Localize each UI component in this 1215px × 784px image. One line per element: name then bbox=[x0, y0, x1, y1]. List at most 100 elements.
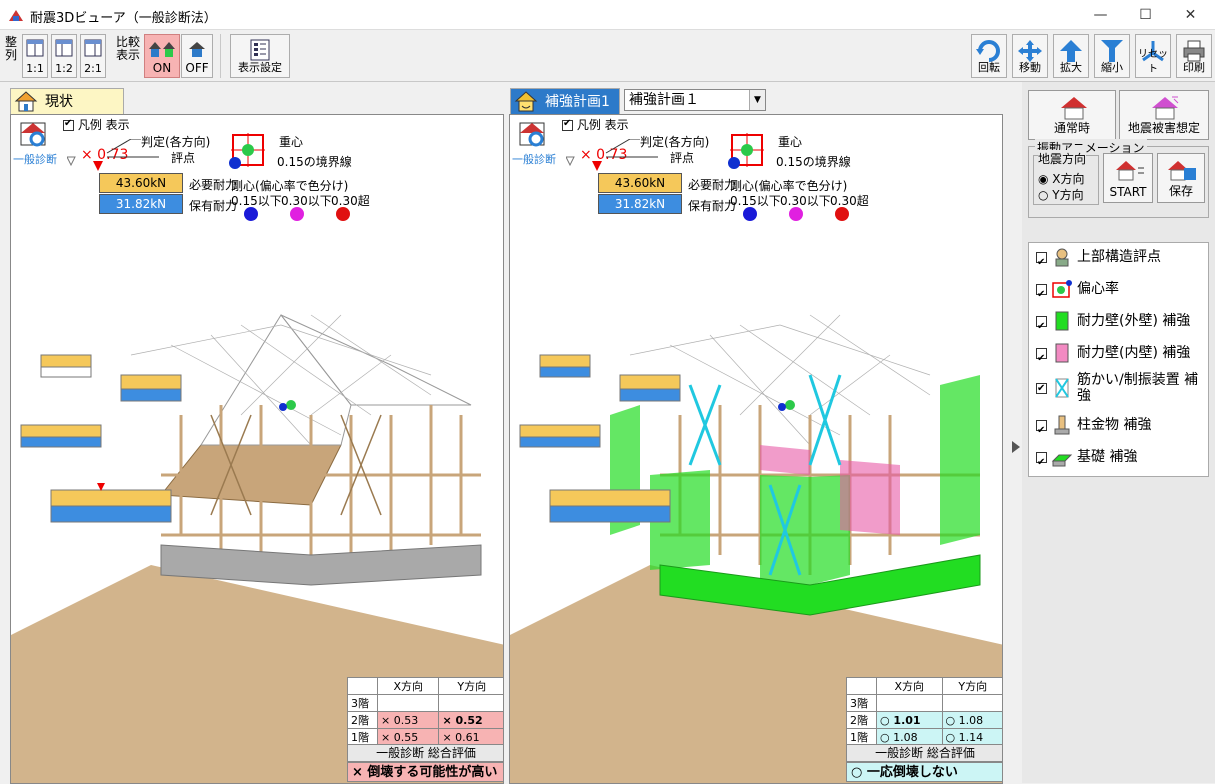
required-strength-box: 43.60kN bbox=[99, 173, 183, 193]
x-cell bbox=[876, 694, 943, 712]
settings-list-icon bbox=[250, 39, 270, 61]
ratio-1-2-label: 1:2 bbox=[55, 62, 73, 75]
option-label: 耐力壁(内壁) 補強 bbox=[1077, 345, 1191, 361]
tab-current-label: 現状 bbox=[45, 94, 73, 110]
option-inner-wall[interactable]: 耐力壁(内壁) 補強 bbox=[1036, 340, 1191, 372]
table-row: 3階 bbox=[347, 694, 503, 712]
rigidity-color-dots bbox=[244, 207, 350, 221]
minimize-button[interactable]: — bbox=[1078, 0, 1123, 30]
person-score-icon bbox=[1055, 248, 1069, 267]
rigidity-color-dots bbox=[743, 207, 849, 221]
x-cell: × 0.53 bbox=[376, 711, 440, 729]
option-eccentricity[interactable]: 偏心率 bbox=[1036, 276, 1119, 308]
option-checkbox[interactable] bbox=[1036, 418, 1047, 444]
overall-label: 一般診断 総合評価 bbox=[347, 744, 503, 762]
y-direction-radio[interactable]: ○ Y方向 bbox=[1038, 186, 1084, 203]
house-icon bbox=[1061, 97, 1087, 120]
normal-mode-button[interactable]: 通常時 bbox=[1028, 90, 1116, 140]
floor-cell: 2階 bbox=[846, 711, 877, 729]
option-foundation[interactable]: 基礎 補強 bbox=[1036, 444, 1137, 476]
ratio-2-1-button[interactable]: 2:1 bbox=[80, 34, 106, 78]
zoom-out-button[interactable]: 縮小 bbox=[1094, 34, 1130, 78]
y-cell: ○ 1.14 bbox=[941, 728, 1002, 746]
house-icon bbox=[189, 42, 205, 57]
normal-mode-label: 通常時 bbox=[1053, 121, 1090, 135]
start-button[interactable]: START bbox=[1103, 153, 1153, 203]
floor-cell: 3階 bbox=[846, 694, 877, 712]
diag-label: 一般診断 bbox=[512, 153, 556, 166]
required-strength-box: 43.60kN bbox=[598, 173, 682, 193]
rotate-button[interactable]: 回転 bbox=[971, 34, 1007, 78]
option-checkbox[interactable] bbox=[1036, 282, 1047, 308]
animation-group: 振動アニメーション 地震方向 ◉ X方向 ○ Y方向 START 保存 bbox=[1028, 139, 1209, 218]
quake-damage-button[interactable]: 地震被害想定 bbox=[1119, 90, 1209, 140]
legend-toggle[interactable]: 凡例 表示 bbox=[562, 116, 629, 133]
held-strength-box: 31.82kN bbox=[99, 194, 183, 214]
compare-off-button[interactable]: OFF bbox=[181, 34, 213, 78]
maximize-button[interactable]: ☐ bbox=[1123, 0, 1168, 30]
vibrate-house-icon bbox=[1116, 161, 1144, 181]
plan-view-panel[interactable]: 一般診断 凡例 表示 判定(各方向) 評点 × 0.73 43.60kN 必要耐… bbox=[509, 114, 1003, 784]
x-direction-radio[interactable]: ◉ X方向 bbox=[1038, 170, 1085, 187]
print-button[interactable]: 印刷 bbox=[1176, 34, 1212, 78]
on-label: ON bbox=[152, 61, 172, 75]
table-row: 3階 bbox=[846, 694, 1002, 712]
close-button[interactable]: ✕ bbox=[1168, 0, 1213, 30]
direction-group: 地震方向 ◉ X方向 ○ Y方向 bbox=[1033, 150, 1099, 205]
layout-icon bbox=[84, 39, 102, 57]
floor-cell: 1階 bbox=[347, 728, 378, 746]
column-hardware-icon bbox=[1054, 415, 1070, 435]
option-label: 偏心率 bbox=[1077, 281, 1119, 297]
option-hardware[interactable]: 柱金物 補強 bbox=[1036, 412, 1152, 444]
damaged-house-icon bbox=[1152, 96, 1179, 120]
option-checkbox[interactable] bbox=[1036, 314, 1047, 340]
y-cell bbox=[941, 694, 1002, 712]
display-settings-button[interactable]: 表示設定 bbox=[230, 34, 290, 78]
zoom-in-button[interactable]: 拡大 bbox=[1053, 34, 1089, 78]
option-checkbox[interactable] bbox=[1036, 250, 1047, 276]
reset-button[interactable]: リセット bbox=[1135, 34, 1171, 78]
option-outer-wall[interactable]: 耐力壁(外壁) 補強 bbox=[1036, 308, 1191, 340]
legend-toggle[interactable]: 凡例 表示 bbox=[63, 116, 130, 133]
table-header-y: Y方向 bbox=[941, 677, 1002, 695]
eccentricity-legend-icon bbox=[229, 133, 265, 169]
gravity-label: 重心 bbox=[778, 135, 803, 149]
legend-checkbox[interactable] bbox=[63, 118, 74, 131]
option-label: 筋かい/制振装置 補強 bbox=[1077, 372, 1199, 404]
eccentricity-legend-icon bbox=[728, 133, 764, 169]
ratio-2-1-label: 2:1 bbox=[84, 62, 102, 75]
chevron-down-icon[interactable]: ▼ bbox=[749, 90, 765, 110]
overall-label: 一般診断 総合評価 bbox=[846, 744, 1002, 762]
move-button[interactable]: 移動 bbox=[1012, 34, 1048, 78]
current-view-panel[interactable]: 一般診断 凡例 表示 判定(各方向) 評点 × 0.73 43.60kN 必要耐… bbox=[10, 114, 504, 784]
ratio-1-2-button[interactable]: 1:2 bbox=[51, 34, 77, 78]
floor-cell: 3階 bbox=[347, 694, 378, 712]
collapse-arrow-icon[interactable] bbox=[1011, 440, 1021, 454]
app-icon bbox=[9, 10, 23, 21]
compare-on-button[interactable]: ON bbox=[144, 34, 180, 78]
plan-select[interactable]: 補強計画１ ▼ bbox=[624, 89, 766, 111]
option-checkbox[interactable] bbox=[1036, 346, 1047, 372]
x-cell: × 0.55 bbox=[376, 728, 440, 746]
ratio-1-1-button[interactable]: 1:1 bbox=[22, 34, 48, 78]
brace-icon bbox=[1055, 378, 1069, 398]
option-score[interactable]: 上部構造評点 bbox=[1036, 244, 1161, 276]
y-direction-label: Y方向 bbox=[1052, 188, 1084, 202]
option-brace[interactable]: 筋かい/制振装置 補強 bbox=[1036, 372, 1205, 408]
score-table: X方向 Y方向 3階 2階 × 0.53 × 0.52 1階 × 0.55 × 0.61 bbox=[347, 677, 503, 746]
required-label: 必要耐力 bbox=[688, 178, 737, 192]
table-row: 1階 × 0.55 × 0.61 bbox=[347, 728, 503, 746]
y-cell: × 0.61 bbox=[438, 728, 503, 746]
layout-icon bbox=[55, 39, 73, 57]
option-label: 耐力壁(外壁) 補強 bbox=[1077, 313, 1191, 329]
window-title: 耐震3Dビューア（一般診断法） bbox=[30, 11, 217, 26]
option-checkbox[interactable] bbox=[1036, 450, 1047, 476]
inner-wall-icon bbox=[1055, 343, 1069, 363]
save-button[interactable]: 保存 bbox=[1157, 153, 1205, 203]
table-row: 1階 ○ 1.08 ○ 1.14 bbox=[846, 728, 1002, 746]
option-label: 柱金物 補強 bbox=[1077, 417, 1152, 433]
legend-checkbox[interactable] bbox=[562, 118, 573, 131]
option-checkbox[interactable] bbox=[1036, 381, 1047, 397]
gravity-label: 重心 bbox=[279, 135, 304, 149]
general-diagnosis-icon bbox=[519, 122, 545, 147]
